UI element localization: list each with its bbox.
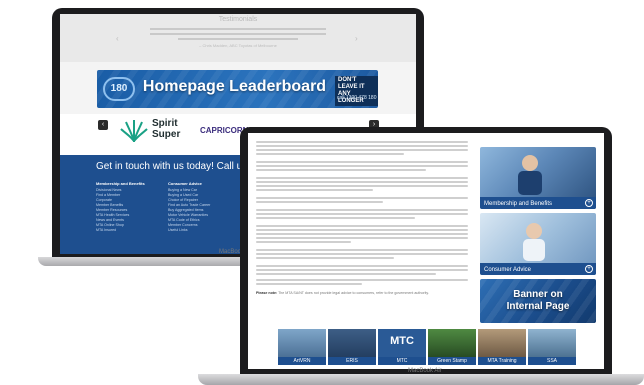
tile-label: ERIS: [328, 357, 376, 365]
tile-ssa[interactable]: SSA: [528, 329, 576, 365]
tile-label: MTA Training: [478, 357, 526, 365]
please-note-label: Please note:: [256, 291, 278, 295]
content-paragraph: [256, 197, 468, 205]
slider-prev-button[interactable]: ‹: [98, 120, 108, 130]
footer-link[interactable]: Useful Links: [168, 228, 210, 233]
leaderboard-label: Homepage Leaderboard: [142, 78, 327, 95]
content-paragraph: [256, 161, 468, 173]
spirit-text-line2: Super: [152, 129, 181, 140]
leaderboard-ad-line1: DON'T LEAVE IT: [338, 77, 365, 90]
footer-column-title: Consumer Advice: [168, 181, 202, 186]
mtc-logo-mark: MTC: [390, 335, 414, 347]
footer-column-consumer: Consumer Advice Buying a New Car Buying …: [168, 181, 210, 233]
content-paragraph: [256, 225, 468, 245]
tile-label: Green Stamp: [428, 357, 476, 365]
content-paragraph: [256, 279, 468, 287]
partner-tiles: ArtVRN ERIS MTC MTC Green Stamp MTA Trai…: [278, 329, 578, 365]
front-laptop-brand: MacBook Air: [408, 368, 442, 374]
internal-page-banner[interactable]: Banner on Internal Page: [480, 279, 596, 323]
sidebar-card-membership[interactable]: Membership and Benefits +: [480, 147, 596, 209]
sidebar-card-label: Consumer Advice: [484, 267, 532, 273]
footer-link[interactable]: MTA Insured: [96, 228, 145, 233]
testimonial-next-icon[interactable]: ›: [355, 34, 358, 43]
plus-icon[interactable]: +: [585, 265, 593, 273]
front-laptop-base: [198, 374, 644, 385]
testimonial-text-line: [178, 38, 298, 40]
content-paragraph: [256, 209, 468, 221]
leaderboard-ad-tag: DON'T LEAVE IT ANY LONGER: [335, 76, 378, 106]
tile-artvrn[interactable]: ArtVRN: [278, 329, 326, 365]
banner-label-line2: Internal Page: [506, 301, 570, 312]
tile-mta-training[interactable]: MTA Training: [478, 329, 526, 365]
leaderboard-phone: call 1300 478 180: [337, 95, 377, 101]
front-laptop-screen: Please note: The MTA SA/NT does not prov…: [248, 133, 604, 369]
homepage-leaderboard[interactable]: 180 Homepage Leaderboard DON'T LEAVE IT …: [97, 70, 378, 108]
tile-label: SSA: [528, 357, 576, 365]
testimonial-text-line: [150, 33, 326, 35]
testimonial-author: – Chris Madden, ABC Toyotas of Melbourne: [199, 43, 277, 48]
tile-green-stamp[interactable]: Green Stamp: [428, 329, 476, 365]
spirit-text-line1: Spirit: [152, 118, 178, 129]
testimonial-prev-icon[interactable]: ‹: [116, 34, 119, 43]
footer-column-title: Membership and Benefits: [96, 181, 145, 186]
testimonial-text-line: [150, 28, 326, 30]
footer-column-membership: Membership and Benefits Divisional News …: [96, 181, 145, 233]
testimonial-section: Testimonials – Chris Madden, ABC Toyotas…: [60, 14, 416, 62]
please-note-text: The MTA SA/NT does not provide legal adv…: [278, 291, 429, 295]
spirit-super-logo-icon: [120, 120, 148, 142]
plus-icon[interactable]: +: [585, 199, 593, 207]
content-paragraph: [256, 141, 468, 157]
banner-label: Banner on Internal Page: [480, 289, 596, 313]
please-note: Please note: The MTA SA/NT does not prov…: [256, 291, 429, 295]
contact-heading: Get in touch with us today! Call us on: [96, 161, 262, 172]
partner-logo-spirit-super[interactable]: Spirit Super: [152, 118, 180, 140]
consumer-photo-icon: [523, 223, 545, 261]
tile-label: ArtVRN: [278, 357, 326, 365]
leaderboard-180-logo: 180: [103, 77, 135, 101]
sidebar-card-label: Membership and Benefits: [484, 201, 553, 207]
content-paragraph: [256, 249, 468, 261]
testimonial-title: Testimonials: [218, 16, 258, 23]
content-paragraph: [256, 177, 468, 193]
mechanic-photo-icon: [518, 155, 542, 195]
tile-mtc[interactable]: MTC MTC: [378, 329, 426, 365]
content-paragraph: [256, 265, 468, 277]
banner-label-line1: Banner on: [513, 289, 563, 300]
tile-label: MTC: [378, 357, 426, 365]
tile-eris[interactable]: ERIS: [328, 329, 376, 365]
sidebar-card-consumer-advice[interactable]: Consumer Advice +: [480, 213, 596, 275]
mockup-stage: Testimonials – Chris Madden, ABC Toyotas…: [0, 0, 644, 385]
